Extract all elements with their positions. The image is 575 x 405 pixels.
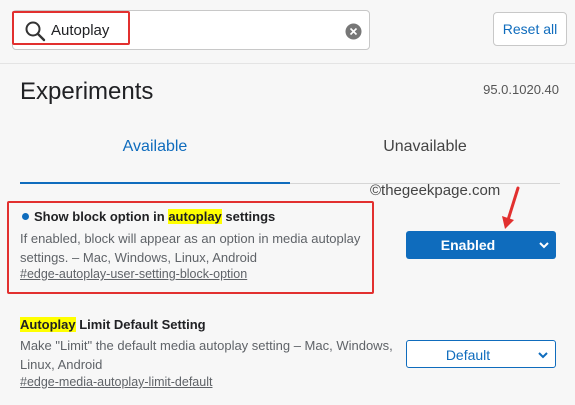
watermark: ©thegeekpage.com	[370, 182, 501, 199]
tab-label: Unavailable	[383, 138, 467, 155]
description-line: Make "Limit" the default media autoplay …	[20, 338, 393, 353]
tab-unavailable[interactable]: Unavailable	[290, 138, 560, 184]
search-annotation-box	[12, 11, 130, 45]
experiment-description: Make "Limit" the default media autoplay …	[20, 336, 393, 374]
chevron-down-icon	[538, 352, 548, 359]
title-text: settings	[221, 209, 276, 224]
title-highlight: Autoplay	[20, 317, 76, 332]
top-bar: Autoplay Reset all	[0, 0, 575, 64]
title-text: Show block option in	[34, 209, 169, 224]
description-line: If enabled, block will appear as an opti…	[20, 231, 361, 246]
title-highlight: autoplay	[168, 209, 222, 224]
description-line: Linux, Android	[20, 357, 103, 372]
tab-label: Available	[122, 138, 188, 155]
reset-all-button[interactable]: Reset all	[493, 12, 567, 46]
select-value: Default	[445, 347, 491, 363]
tab-available[interactable]: Available	[20, 138, 290, 184]
title-text: Limit Default Setting	[75, 317, 206, 332]
experiment-state-select[interactable]: Enabled	[406, 231, 556, 259]
new-indicator-dot	[22, 213, 29, 220]
experiment-state-select[interactable]: Default	[406, 340, 556, 368]
description-line: settings. – Mac, Windows, Linux, Android	[20, 250, 258, 265]
clear-icon[interactable]	[345, 23, 362, 40]
experiment-link[interactable]: #edge-autoplay-user-setting-block-option	[20, 267, 247, 281]
experiment-link[interactable]: #edge-media-autoplay-limit-default	[20, 375, 212, 389]
experiment-title: Autoplay Limit Default Setting	[20, 317, 206, 332]
experiment-title: Show block option in autoplay settings	[22, 209, 275, 224]
experiment-description: If enabled, block will appear as an opti…	[20, 229, 360, 267]
page-title: Experiments	[20, 78, 154, 105]
annotation-arrow-icon	[502, 186, 520, 229]
chevron-down-icon	[539, 242, 549, 249]
select-value: Enabled	[440, 237, 496, 253]
version-label: 95.0.1020.40	[483, 82, 559, 97]
